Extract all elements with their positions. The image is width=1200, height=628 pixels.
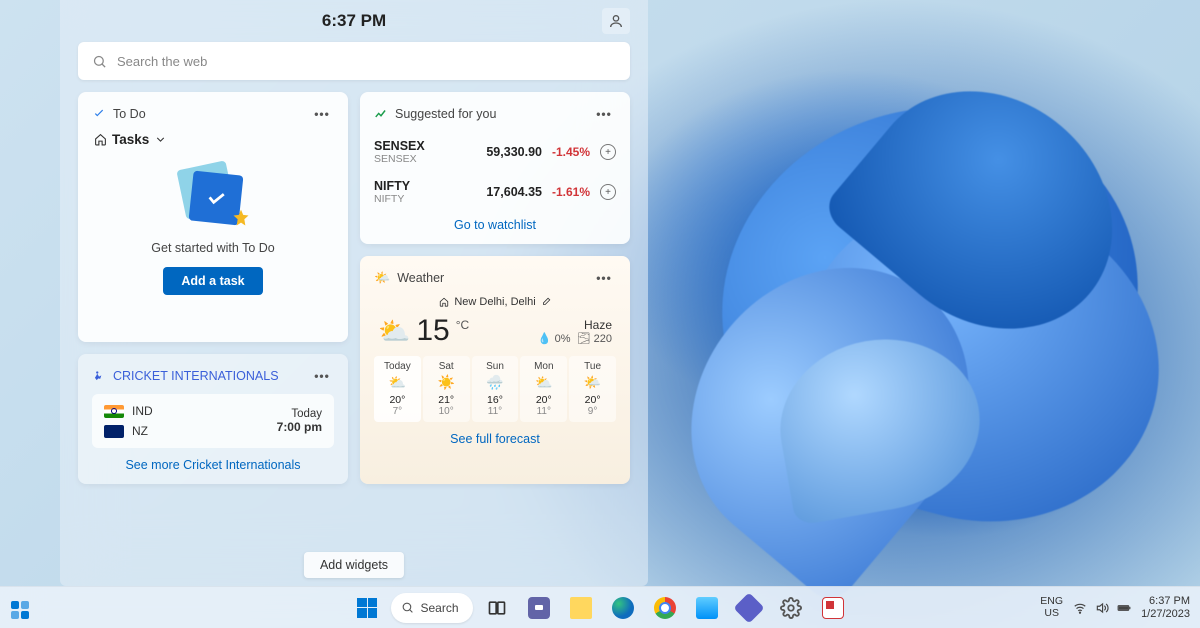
- stocks-icon: [374, 107, 388, 121]
- forecast-day[interactable]: Mon⛅20°11°: [520, 356, 567, 422]
- taskbar-clock[interactable]: 6:37 PM 1/27/2023: [1141, 595, 1190, 620]
- search-placeholder: Search the web: [117, 54, 207, 69]
- weather-location-button[interactable]: New Delhi, Delhi: [374, 296, 616, 308]
- forecast-day[interactable]: Tue🌤️20°9°: [569, 356, 616, 422]
- forecast-row: Today⛅20°7° Sat☀️21°10° Sun🌧️16°11° Mon⛅…: [374, 356, 616, 422]
- panel-time: 6:37 PM: [322, 11, 386, 31]
- todo-widget: To Do ••• Tasks Get started with To Do A…: [78, 92, 348, 342]
- search-icon: [401, 601, 414, 614]
- add-widgets-button[interactable]: Add widgets: [304, 552, 404, 578]
- chevron-down-icon: [154, 133, 167, 146]
- taskbar: Search ENG US 6:37 PM 1/27/2023: [0, 586, 1200, 628]
- suggested-title: Suggested for you: [395, 107, 496, 121]
- suggested-more-button[interactable]: •••: [592, 104, 616, 124]
- cricket-title: CRICKET INTERNATIONALS: [113, 369, 279, 383]
- todo-subtitle: Get started with To Do: [151, 241, 274, 255]
- tasks-dropdown[interactable]: Tasks: [94, 132, 332, 147]
- battery-icon: [1117, 601, 1131, 615]
- todo-illustration: [177, 161, 249, 229]
- flag-nz-icon: [104, 425, 124, 438]
- wifi-icon: [1073, 601, 1087, 615]
- powertoys-button[interactable]: [815, 590, 851, 626]
- search-icon: [92, 54, 107, 69]
- clipchamp-button[interactable]: [731, 590, 767, 626]
- cricket-more-button[interactable]: •••: [310, 366, 334, 386]
- volume-icon: [1095, 601, 1109, 615]
- forecast-day[interactable]: Sat☀️21°10°: [423, 356, 470, 422]
- suggested-widget: Suggested for you ••• SENSEX SENSEX 59,3…: [360, 92, 630, 244]
- sports-icon: [92, 369, 106, 383]
- account-button[interactable]: [602, 8, 630, 34]
- weather-widget: 🌤️ Weather ••• New Delhi, Delhi ⛅ 15 °C …: [360, 256, 630, 484]
- settings-button[interactable]: [773, 590, 809, 626]
- task-view-button[interactable]: [479, 590, 515, 626]
- edit-icon: [541, 297, 551, 307]
- person-icon: [608, 13, 624, 29]
- store-button[interactable]: [689, 590, 725, 626]
- weather-more-button[interactable]: •••: [592, 268, 616, 288]
- chrome-button[interactable]: [647, 590, 683, 626]
- sun-cloud-icon: ⛅: [378, 316, 410, 347]
- taskbar-search[interactable]: Search: [391, 593, 472, 623]
- home-icon: [94, 133, 107, 146]
- widgets-toggle-button[interactable]: [8, 598, 32, 622]
- todo-icon: [92, 107, 106, 121]
- forecast-link[interactable]: See full forecast: [374, 432, 616, 446]
- edge-button[interactable]: [605, 590, 641, 626]
- weather-temp: 15: [416, 314, 449, 348]
- flag-india-icon: [104, 405, 124, 418]
- add-stock-button[interactable]: +: [600, 144, 616, 160]
- widgets-panel: 6:37 PM Search the web To Do ••• Tasks: [60, 0, 648, 586]
- stock-row[interactable]: SENSEX SENSEX 59,330.90 -1.45% +: [374, 132, 616, 172]
- weather-title: Weather: [397, 271, 444, 285]
- add-stock-button[interactable]: +: [600, 184, 616, 200]
- file-explorer-button[interactable]: [563, 590, 599, 626]
- chat-button[interactable]: [521, 590, 557, 626]
- cricket-match[interactable]: IND NZ Today 7:00 pm: [92, 394, 334, 448]
- start-button[interactable]: [349, 590, 385, 626]
- add-task-button[interactable]: Add a task: [163, 267, 262, 295]
- cricket-widget: CRICKET INTERNATIONALS ••• IND NZ Today …: [78, 354, 348, 484]
- forecast-day[interactable]: Sun🌧️16°11°: [472, 356, 519, 422]
- location-icon: [439, 297, 449, 307]
- watchlist-link[interactable]: Go to watchlist: [374, 218, 616, 232]
- system-tray[interactable]: [1073, 601, 1131, 615]
- stock-row[interactable]: NIFTY NIFTY 17,604.35 -1.61% +: [374, 172, 616, 212]
- todo-more-button[interactable]: •••: [310, 104, 334, 124]
- weather-condition: Haze: [538, 318, 612, 332]
- weather-icon: 🌤️: [374, 270, 390, 286]
- forecast-day[interactable]: Today⛅20°7°: [374, 356, 421, 422]
- search-input[interactable]: Search the web: [78, 42, 630, 80]
- todo-title: To Do: [113, 107, 146, 121]
- language-button[interactable]: ENG US: [1040, 596, 1063, 619]
- cricket-link[interactable]: See more Cricket Internationals: [92, 458, 334, 472]
